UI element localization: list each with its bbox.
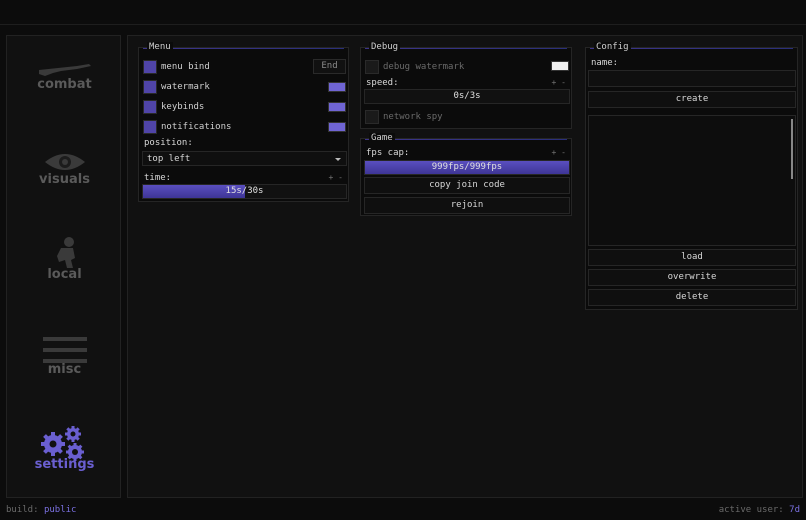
menu-bind-key[interactable]: End	[313, 59, 346, 74]
chevron-down-icon	[335, 158, 341, 161]
active-user-info: active user: 7d	[719, 505, 800, 515]
top-bar	[0, 0, 806, 25]
menu-panel: Menu menu bind End watermark keybinds no…	[138, 42, 349, 202]
menu-bind-checkbox[interactable]	[143, 60, 157, 74]
debug-watermark-color-swatch[interactable]	[551, 61, 569, 71]
position-dropdown[interactable]: top left	[142, 151, 347, 166]
keybinds-label: keybinds	[161, 102, 205, 112]
network-spy-row: network spy	[365, 109, 569, 125]
time-plus-minus[interactable]: + -	[329, 173, 343, 182]
config-name-input[interactable]	[588, 70, 796, 87]
network-spy-checkbox[interactable]	[365, 110, 379, 124]
debug-watermark-label: debug watermark	[383, 62, 465, 72]
main-content: Menu menu bind End watermark keybinds no…	[127, 35, 803, 498]
fps-cap-slider[interactable]: 999fps/999fps	[364, 160, 570, 175]
debug-panel-title: Debug	[369, 42, 401, 53]
config-name-label: name:	[591, 58, 619, 68]
game-panel: Game fps cap: + - 999fps/999fps copy joi…	[360, 133, 572, 216]
keybinds-checkbox[interactable]	[143, 100, 157, 114]
watermark-color-swatch[interactable]	[328, 82, 346, 92]
speed-slider-value: 0s/3s	[453, 91, 481, 101]
debug-watermark-row: debug watermark	[365, 59, 569, 75]
config-list-scrollbar[interactable]	[791, 119, 793, 179]
tab-misc[interactable]: misc	[7, 336, 122, 416]
watermark-checkbox[interactable]	[143, 80, 157, 94]
game-panel-title: Game	[369, 133, 395, 144]
tab-visuals[interactable]: visuals	[7, 148, 122, 228]
tab-combat-label: combat	[37, 77, 92, 92]
debug-panel: Debug debug watermark speed: + - 0s/3s n…	[360, 42, 572, 129]
panel-accent-line	[143, 48, 344, 49]
tab-combat[interactable]: combat	[7, 56, 122, 136]
tab-misc-label: misc	[47, 362, 82, 377]
menu-bind-row: menu bind End	[143, 59, 346, 75]
delete-button[interactable]: delete	[588, 289, 796, 306]
overwrite-button[interactable]: overwrite	[588, 269, 796, 286]
notifications-label: notifications	[161, 122, 232, 132]
notifications-checkbox[interactable]	[143, 120, 157, 134]
tab-local-label: local	[47, 267, 82, 282]
tab-settings[interactable]: settings	[7, 426, 122, 506]
keybinds-row: keybinds	[143, 99, 346, 115]
time-slider-value: 15s/30s	[225, 186, 264, 196]
network-spy-label: network spy	[383, 112, 443, 122]
load-button[interactable]: load	[588, 249, 796, 266]
notifications-row: notifications	[143, 119, 346, 135]
sidebar: combat visuals local misc settings	[6, 35, 121, 498]
build-info: build: public	[6, 505, 76, 515]
menu-panel-title: Menu	[147, 42, 173, 53]
config-panel: Config name: create load overwrite delet…	[585, 42, 798, 310]
fps-cap-plus-minus[interactable]: + -	[552, 148, 566, 157]
position-label: position:	[144, 138, 193, 148]
speed-slider[interactable]: 0s/3s	[364, 89, 570, 104]
config-list[interactable]	[588, 115, 796, 246]
time-slider[interactable]: 15s/30s	[142, 184, 347, 199]
create-button[interactable]: create	[588, 91, 796, 108]
fps-cap-slider-value: 999fps/999fps	[431, 162, 503, 172]
speed-plus-minus[interactable]: + -	[552, 78, 566, 87]
tab-local[interactable]: local	[7, 236, 122, 316]
speed-label: speed:	[366, 78, 399, 88]
tab-visuals-label: visuals	[39, 172, 90, 187]
config-panel-title: Config	[594, 42, 631, 53]
tab-settings-label: settings	[34, 457, 95, 472]
active-user-value: 7d	[789, 505, 800, 515]
active-user-label: active user:	[718, 505, 784, 515]
fps-cap-label: fps cap:	[366, 148, 410, 158]
build-label: build:	[6, 505, 39, 515]
debug-watermark-checkbox[interactable]	[365, 60, 379, 74]
panel-accent-line	[365, 139, 567, 140]
notifications-color-swatch[interactable]	[328, 122, 346, 132]
watermark-label: watermark	[161, 82, 210, 92]
rejoin-button[interactable]: rejoin	[364, 197, 570, 214]
keybinds-color-swatch[interactable]	[328, 102, 346, 112]
menu-bind-label: menu bind	[161, 62, 210, 72]
time-label: time:	[144, 173, 172, 183]
copy-join-code-button[interactable]: copy join code	[364, 177, 570, 194]
build-value: public	[43, 505, 77, 515]
position-value: top left	[147, 154, 191, 164]
watermark-row: watermark	[143, 79, 346, 95]
